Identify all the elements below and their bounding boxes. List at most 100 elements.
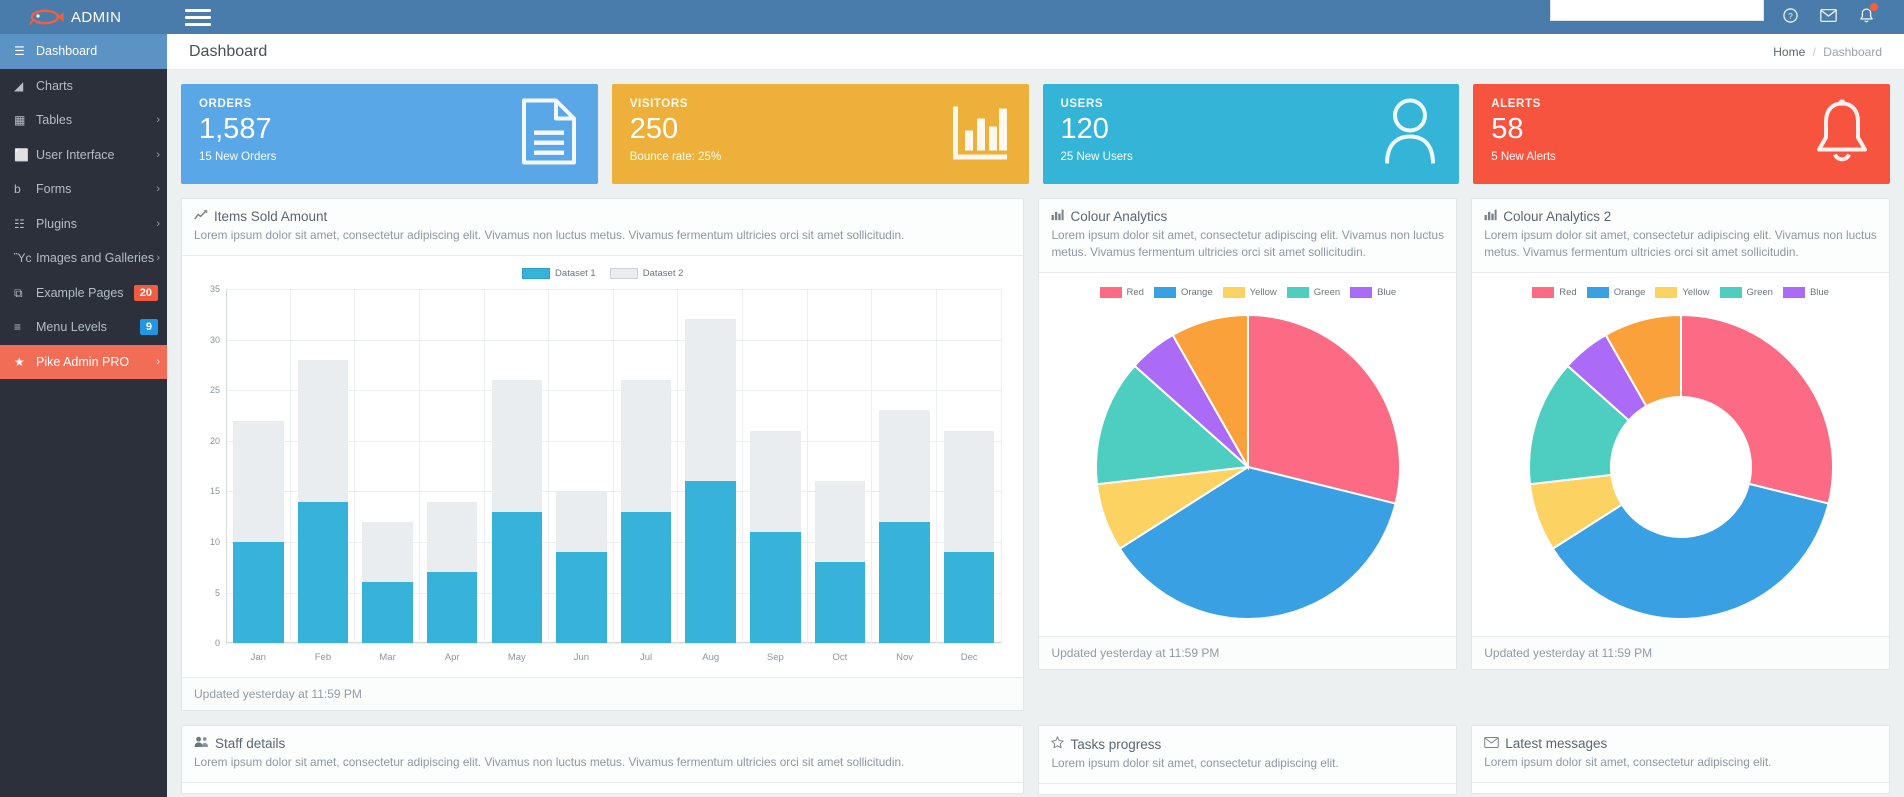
panel-description: Lorem ipsum dolor sit amet, consectetur … — [1484, 754, 1877, 771]
bar-dataset-1[interactable] — [685, 481, 735, 643]
sidebar-toggle-button[interactable] — [185, 6, 211, 28]
x-axis-tick-label: Feb — [291, 652, 356, 663]
legend-item[interactable]: Red — [1100, 287, 1144, 298]
bar-column[interactable]: May — [485, 289, 550, 643]
bar-column[interactable]: Apr — [420, 289, 485, 643]
donut-chart[interactable] — [1482, 302, 1879, 632]
pie-chart-svg — [1093, 312, 1403, 622]
file-text-icon: ὜b — [14, 183, 36, 195]
bar-dataset-1[interactable] — [233, 542, 283, 643]
stat-card-orders[interactable]: ORDERS1,58715 New Orders — [181, 84, 598, 184]
sidebar-item-badge: 20 — [134, 285, 158, 301]
bar-group — [944, 289, 994, 643]
y-axis-tick-label: 25 — [210, 385, 220, 395]
bell-icon[interactable] — [1859, 8, 1874, 27]
content-area: ORDERS1,58715 New OrdersVISITORS250Bounc… — [167, 70, 1904, 795]
fish-logo-icon — [28, 8, 64, 26]
stat-card-alerts[interactable]: ALERTS585 New Alerts — [1473, 84, 1890, 184]
legend-label: Orange — [1181, 287, 1213, 298]
bar-dataset-1[interactable] — [492, 512, 542, 643]
sidebar-item-example-pages[interactable]: ⧉Example Pages20 — [0, 276, 167, 311]
bar-dataset-1[interactable] — [879, 522, 929, 643]
legend-swatch — [1587, 287, 1609, 298]
legend-item[interactable]: Yellow — [1223, 287, 1277, 298]
help-icon[interactable]: ? — [1783, 8, 1798, 26]
bar-column[interactable]: Jul — [614, 289, 679, 643]
bar-column[interactable]: Jun — [549, 289, 614, 643]
breadcrumb-home[interactable]: Home — [1773, 45, 1805, 59]
bar-dataset-1[interactable] — [621, 512, 671, 643]
bar-column[interactable]: Nov — [872, 289, 937, 643]
sidebar-item-label: Menu Levels — [36, 320, 140, 334]
legend-item[interactable]: Green — [1720, 287, 1773, 298]
bar-column[interactable]: Mar — [355, 289, 420, 643]
pie-slice-red[interactable] — [1681, 315, 1833, 504]
sidebar-item-pike-admin-pro[interactable]: ★Pike Admin PRO› — [0, 345, 167, 380]
legend-item[interactable]: Blue — [1350, 287, 1396, 298]
hamburger-icon-line — [185, 9, 211, 12]
legend-item[interactable]: Orange — [1587, 287, 1646, 298]
x-axis-tick-label: Dec — [937, 652, 1002, 663]
page-header: Dashboard Home / Dashboard — [167, 34, 1904, 70]
panel-title-row: Tasks progress — [1051, 736, 1444, 752]
hamburger-icon-line — [185, 16, 211, 19]
legend-item[interactable]: Yellow — [1655, 287, 1709, 298]
panel-body: Dataset 1 Dataset 2 05101520253035JanFebM… — [182, 256, 1023, 677]
stat-card-visitors[interactable]: VISITORS250Bounce rate: 25% — [612, 84, 1029, 184]
pie-chart[interactable] — [1049, 302, 1446, 632]
bar-column[interactable]: Oct — [808, 289, 873, 643]
chevron-right-icon: › — [156, 252, 167, 264]
sidebar-item-charts[interactable]: ◢Charts — [0, 69, 167, 104]
legend-item[interactable]: Orange — [1154, 287, 1213, 298]
sidebar-item-tables[interactable]: ▦Tables› — [0, 103, 167, 138]
stat-card-users[interactable]: USERS12025 New Users — [1043, 84, 1460, 184]
sidebar-item-dashboard[interactable]: ☰Dashboard — [0, 34, 167, 69]
bar-dataset-1[interactable] — [362, 582, 412, 643]
legend-item[interactable]: Green — [1287, 287, 1340, 298]
sidebar: ☰Dashboard◢Charts▦Tables›⬜User Interface… — [0, 34, 167, 797]
mail-icon[interactable] — [1820, 9, 1837, 25]
sidebar-item-forms[interactable]: ὜bForms› — [0, 172, 167, 207]
bar-column[interactable]: Sep — [743, 289, 808, 643]
panel-description: Lorem ipsum dolor sit amet, consectetur … — [194, 227, 1011, 244]
bar-dataset-1[interactable] — [427, 572, 477, 643]
legend-item[interactable]: Dataset 2 — [610, 268, 684, 279]
panel-colour-analytics-2: Colour Analytics 2 Lorem ipsum dolor sit… — [1471, 198, 1890, 670]
bar-column[interactable]: Feb — [291, 289, 356, 643]
sidebar-item-images-and-galleries[interactable]: ὛcImages and Galleries› — [0, 241, 167, 276]
bar-dataset-1[interactable] — [750, 532, 800, 643]
bar-dataset-1[interactable] — [556, 552, 606, 643]
bell-icon — [1814, 100, 1870, 169]
bar-columns: JanFebMarAprMayJunJulAugSepOctNovDec — [226, 289, 1001, 643]
y-axis-tick-label: 15 — [210, 486, 220, 496]
bar-dataset-1[interactable] — [944, 552, 994, 643]
panel-tasks-progress: Tasks progress Lorem ipsum dolor sit ame… — [1038, 725, 1457, 795]
panel-title-row: Staff details — [194, 736, 1011, 751]
bar-dataset-1[interactable] — [298, 502, 348, 644]
search-box[interactable] — [1550, 0, 1764, 21]
legend-item[interactable]: Blue — [1783, 287, 1829, 298]
bar-column[interactable]: Jan — [226, 289, 291, 643]
bar-chart-legend: Dataset 1 Dataset 2 — [192, 262, 1013, 283]
sidebar-item-user-interface[interactable]: ⬜User Interface› — [0, 138, 167, 173]
legend-swatch — [1532, 287, 1554, 298]
bar-column[interactable]: Aug — [678, 289, 743, 643]
search-input[interactable] — [1551, 0, 1763, 20]
panel-body: Red Orange Yellow Green Blue — [1472, 273, 1889, 636]
legend-swatch — [610, 268, 638, 279]
brand[interactable]: ADMIN — [0, 0, 167, 34]
breadcrumb-current: Dashboard — [1823, 45, 1882, 59]
legend-item[interactable]: Red — [1532, 287, 1576, 298]
charts-row: Items Sold Amount Lorem ipsum dolor sit … — [181, 198, 1890, 711]
line-chart-icon — [194, 209, 208, 224]
bar-chart[interactable]: 05101520253035JanFebMarAprMayJunJulAugSe… — [192, 283, 1013, 673]
bar-dataset-1[interactable] — [815, 562, 865, 643]
sidebar-item-menu-levels[interactable]: ≡Menu Levels9 — [0, 310, 167, 345]
legend-item[interactable]: Dataset 1 — [522, 268, 596, 279]
bar-group — [492, 289, 542, 643]
panel-latest-messages: Latest messages Lorem ipsum dolor sit am… — [1471, 725, 1890, 794]
sidebar-item-plugins[interactable]: ☷Plugins› — [0, 207, 167, 242]
bar-group — [233, 289, 283, 643]
topbar-actions: ? — [1783, 0, 1904, 34]
bar-column[interactable]: Dec — [937, 289, 1002, 643]
